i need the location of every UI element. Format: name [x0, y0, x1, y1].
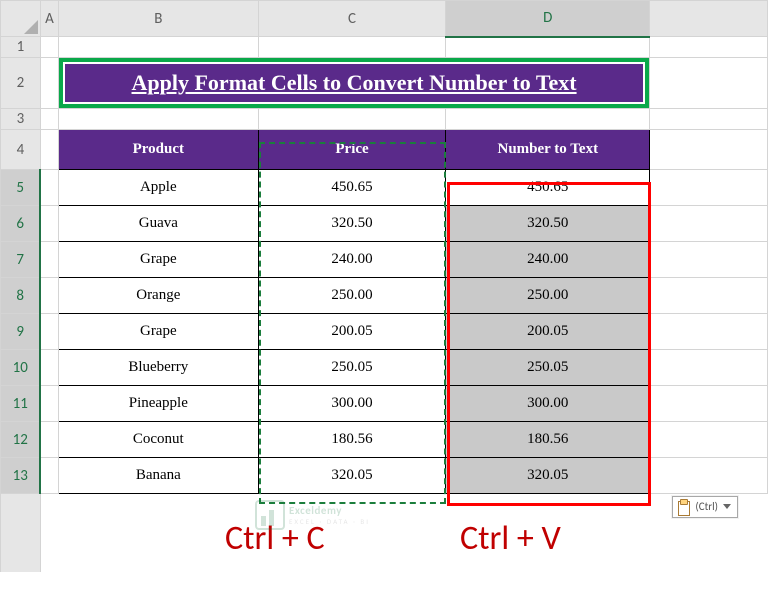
- cell-price[interactable]: 180.56: [258, 422, 446, 458]
- watermark-tagline: EXCEL · DATA · BI: [289, 517, 370, 526]
- watermark-brand: Exceldemy: [289, 504, 342, 517]
- cell-price[interactable]: 300.00: [258, 386, 446, 422]
- cell-n2t[interactable]: 450.65: [446, 170, 650, 206]
- header-number-to-text: Number to Text: [446, 130, 650, 170]
- cell-product[interactable]: Coconut: [58, 422, 258, 458]
- row-header[interactable]: 3: [1, 109, 41, 130]
- cell-n2t[interactable]: 250.00: [446, 278, 650, 314]
- paste-options-button[interactable]: (Ctrl): [672, 496, 738, 518]
- watermark-chart-icon: [255, 500, 285, 530]
- cell-price[interactable]: 250.05: [258, 350, 446, 386]
- cell-n2t[interactable]: 180.56: [446, 422, 650, 458]
- row-header[interactable]: 5: [1, 170, 41, 206]
- row-header[interactable]: 7: [1, 242, 41, 278]
- col-header-B[interactable]: B: [58, 1, 258, 37]
- cell-price[interactable]: 320.50: [258, 206, 446, 242]
- cell-product[interactable]: Grape: [58, 242, 258, 278]
- row-header[interactable]: 9: [1, 314, 41, 350]
- cell-n2t[interactable]: 200.05: [446, 314, 650, 350]
- cell-product[interactable]: Guava: [58, 206, 258, 242]
- paste-options-label: (Ctrl): [695, 500, 718, 513]
- cell-n2t[interactable]: 240.00: [446, 242, 650, 278]
- spreadsheet-grid[interactable]: A B C D 1 2 Apply Format Cells to Conver…: [0, 0, 768, 572]
- cell-product[interactable]: Banana: [58, 458, 258, 494]
- title-banner: Apply Format Cells to Convert Number to …: [58, 58, 649, 109]
- cell-price[interactable]: 320.05: [258, 458, 446, 494]
- watermark: Exceldemy EXCEL · DATA · BI: [255, 500, 370, 530]
- row-header[interactable]: 4: [1, 130, 41, 170]
- page-title: Apply Format Cells to Convert Number to …: [63, 62, 645, 104]
- row-header[interactable]: 11: [1, 386, 41, 422]
- row-header[interactable]: 2: [1, 58, 41, 109]
- row-header[interactable]: 8: [1, 278, 41, 314]
- cell-product[interactable]: Grape: [58, 314, 258, 350]
- col-header-C[interactable]: C: [258, 1, 446, 37]
- row-header[interactable]: [1, 494, 41, 572]
- cell-price[interactable]: 450.65: [258, 170, 446, 206]
- chevron-down-icon: [723, 504, 731, 509]
- cell-price[interactable]: 250.00: [258, 278, 446, 314]
- col-header-A[interactable]: A: [40, 1, 58, 37]
- header-price: Price: [258, 130, 446, 170]
- header-product: Product: [58, 130, 258, 170]
- cell-product[interactable]: Pineapple: [58, 386, 258, 422]
- cell-n2t[interactable]: 320.50: [446, 206, 650, 242]
- select-all-corner[interactable]: [1, 1, 41, 37]
- clipboard-icon: [677, 499, 691, 515]
- col-header-blank[interactable]: [650, 1, 768, 37]
- cell-price[interactable]: 240.00: [258, 242, 446, 278]
- row-header[interactable]: 13: [1, 458, 41, 494]
- col-header-D[interactable]: D: [446, 1, 650, 37]
- cell-product[interactable]: Blueberry: [58, 350, 258, 386]
- cell-n2t[interactable]: 320.05: [446, 458, 650, 494]
- cell-product[interactable]: Apple: [58, 170, 258, 206]
- row-header[interactable]: 12: [1, 422, 41, 458]
- row-header[interactable]: 6: [1, 206, 41, 242]
- paste-shortcut-label: Ctrl + V: [460, 518, 561, 559]
- cell-n2t[interactable]: 300.00: [446, 386, 650, 422]
- cell-product[interactable]: Orange: [58, 278, 258, 314]
- cell-n2t[interactable]: 250.05: [446, 350, 650, 386]
- row-header[interactable]: 10: [1, 350, 41, 386]
- cell-price[interactable]: 200.05: [258, 314, 446, 350]
- row-header[interactable]: 1: [1, 37, 41, 58]
